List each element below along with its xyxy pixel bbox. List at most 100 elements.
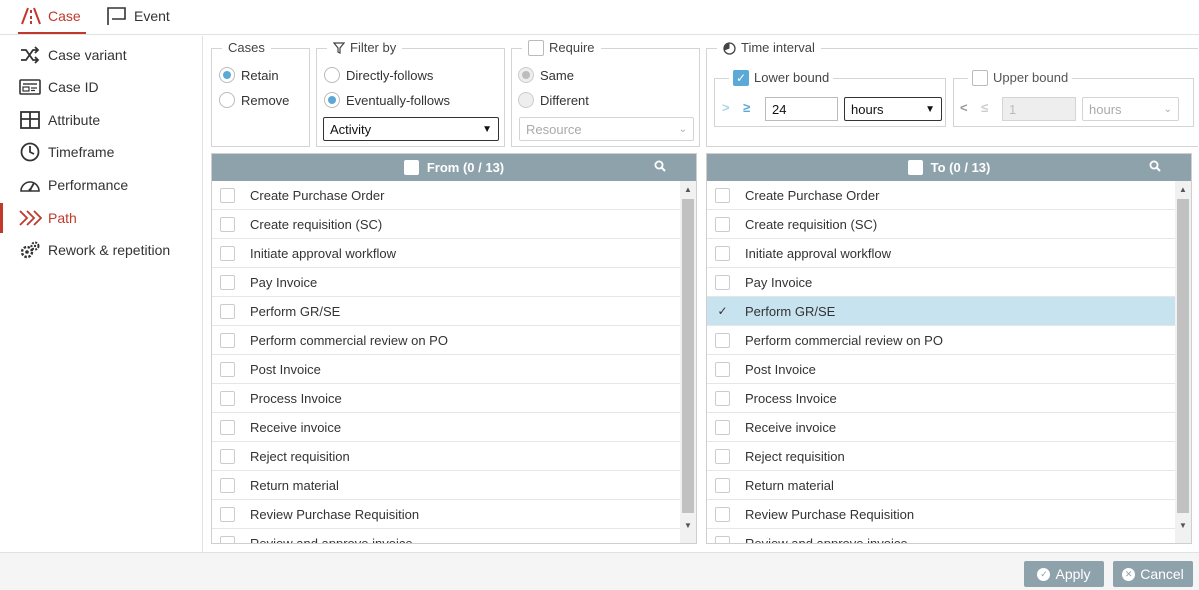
- directly-follows-option[interactable]: Directly-follows: [324, 67, 433, 83]
- list-item[interactable]: Process Invoice: [707, 384, 1175, 413]
- list-item[interactable]: Review Purchase Requisition: [212, 500, 680, 529]
- list-item-checkbox[interactable]: [715, 187, 730, 203]
- list-item-checkbox[interactable]: [220, 506, 235, 522]
- list-item-checkbox[interactable]: [715, 216, 730, 232]
- different-option[interactable]: Different: [518, 92, 589, 108]
- retain-radio[interactable]: [219, 67, 235, 83]
- list-item[interactable]: Return material: [212, 471, 680, 500]
- to-select-all-checkbox[interactable]: [907, 160, 923, 175]
- list-item-checkbox[interactable]: [715, 419, 730, 435]
- list-item[interactable]: ✓ Perform GR/SE: [707, 297, 1175, 326]
- apply-button[interactable]: ✓ Apply: [1024, 561, 1104, 587]
- eventually-follows-radio[interactable]: [324, 92, 340, 108]
- list-item-checkbox[interactable]: [220, 216, 235, 232]
- list-item[interactable]: Reject requisition: [212, 442, 680, 471]
- list-item[interactable]: Receive invoice: [212, 413, 680, 442]
- list-item-checkbox[interactable]: [715, 390, 730, 406]
- list-item-checkbox[interactable]: [220, 477, 235, 493]
- upper-bound-input[interactable]: 1: [1002, 97, 1076, 121]
- directly-follows-radio[interactable]: [324, 67, 340, 83]
- list-item-checkbox[interactable]: [715, 477, 730, 493]
- list-item[interactable]: Review and approve invoice: [212, 529, 680, 543]
- list-item[interactable]: Perform commercial review on PO: [212, 326, 680, 355]
- list-item[interactable]: Create Purchase Order: [707, 181, 1175, 210]
- scroll-thumb[interactable]: [682, 199, 694, 513]
- tab-event[interactable]: Event: [106, 0, 176, 32]
- list-item-checkbox[interactable]: [220, 187, 235, 203]
- greater-than-button[interactable]: >: [722, 100, 730, 115]
- from-scrollbar[interactable]: ▲ ▼: [680, 181, 696, 543]
- eventually-follows-option[interactable]: Eventually-follows: [324, 92, 450, 108]
- lower-bound-input[interactable]: 24: [765, 97, 838, 121]
- lower-bound-checkbox[interactable]: ✓: [733, 70, 749, 86]
- list-item[interactable]: Receive invoice: [707, 413, 1175, 442]
- list-item-checkbox[interactable]: [220, 535, 235, 543]
- greater-equal-button[interactable]: ≥: [743, 100, 750, 115]
- sidebar-item-case-variant[interactable]: Case variant: [0, 40, 202, 70]
- list-item[interactable]: Create requisition (SC): [707, 210, 1175, 239]
- list-item-checkbox[interactable]: [715, 506, 730, 522]
- list-item-checkbox[interactable]: [715, 361, 730, 377]
- list-item-checkbox[interactable]: [715, 245, 730, 261]
- list-item[interactable]: Review Purchase Requisition: [707, 500, 1175, 529]
- scroll-down-icon[interactable]: ▼: [680, 517, 696, 533]
- to-scrollbar[interactable]: ▲ ▼: [1175, 181, 1191, 543]
- list-item[interactable]: Initiate approval workflow: [212, 239, 680, 268]
- list-item[interactable]: Create requisition (SC): [212, 210, 680, 239]
- list-item[interactable]: Perform GR/SE: [212, 297, 680, 326]
- filter-by-select[interactable]: Activity ▼: [323, 117, 499, 141]
- list-item[interactable]: Post Invoice: [707, 355, 1175, 384]
- list-item-checkbox[interactable]: ✓: [715, 304, 730, 319]
- scroll-down-icon[interactable]: ▼: [1175, 517, 1191, 533]
- list-item-checkbox[interactable]: [220, 245, 235, 261]
- list-item[interactable]: Pay Invoice: [212, 268, 680, 297]
- cancel-button[interactable]: ✕ Cancel: [1113, 561, 1193, 587]
- list-item[interactable]: Return material: [707, 471, 1175, 500]
- scroll-up-icon[interactable]: ▲: [1175, 181, 1191, 197]
- list-item-checkbox[interactable]: [715, 274, 730, 290]
- less-than-button[interactable]: <: [960, 100, 968, 115]
- same-radio[interactable]: [518, 67, 534, 83]
- sidebar-item-rework[interactable]: Rework & repetition: [0, 235, 202, 265]
- search-icon[interactable]: [654, 160, 666, 172]
- list-item[interactable]: Pay Invoice: [707, 268, 1175, 297]
- list-item-checkbox[interactable]: [220, 390, 235, 406]
- remove-radio[interactable]: [219, 92, 235, 108]
- less-equal-button[interactable]: ≤: [981, 100, 988, 115]
- list-item-checkbox[interactable]: [220, 448, 235, 464]
- list-item-checkbox[interactable]: [715, 448, 730, 464]
- scroll-up-icon[interactable]: ▲: [680, 181, 696, 197]
- list-item[interactable]: Perform commercial review on PO: [707, 326, 1175, 355]
- list-item[interactable]: Initiate approval workflow: [707, 239, 1175, 268]
- list-item-checkbox[interactable]: [715, 535, 730, 543]
- upper-bound-checkbox[interactable]: [972, 70, 988, 86]
- list-item[interactable]: Review and approve invoice: [707, 529, 1175, 543]
- list-item[interactable]: Create Purchase Order: [212, 181, 680, 210]
- list-item[interactable]: Post Invoice: [212, 355, 680, 384]
- from-select-all-checkbox[interactable]: [403, 160, 419, 175]
- sidebar-item-case-id[interactable]: Case ID: [0, 72, 202, 102]
- list-item-checkbox[interactable]: [220, 419, 235, 435]
- cases-remove-option[interactable]: Remove: [219, 92, 289, 108]
- search-icon[interactable]: [1149, 160, 1161, 172]
- list-item[interactable]: Process Invoice: [212, 384, 680, 413]
- sidebar-item-performance[interactable]: Performance: [0, 170, 202, 200]
- list-item-checkbox[interactable]: [220, 303, 235, 319]
- lower-bound-unit-select[interactable]: hours ▼: [844, 97, 942, 121]
- sidebar-item-path[interactable]: Path: [0, 203, 202, 233]
- list-item-checkbox[interactable]: [220, 361, 235, 377]
- resource-select[interactable]: Resource ⌄: [519, 117, 694, 141]
- same-option[interactable]: Same: [518, 67, 574, 83]
- scroll-thumb[interactable]: [1177, 199, 1189, 513]
- list-item[interactable]: Reject requisition: [707, 442, 1175, 471]
- require-checkbox[interactable]: [528, 40, 544, 56]
- list-item-checkbox[interactable]: [220, 274, 235, 290]
- upper-bound-unit-select[interactable]: hours ⌄: [1082, 97, 1179, 121]
- list-item-checkbox[interactable]: [220, 332, 235, 348]
- sidebar-item-attribute[interactable]: Attribute: [0, 105, 202, 135]
- different-radio[interactable]: [518, 92, 534, 108]
- list-item-checkbox[interactable]: [715, 332, 730, 348]
- tab-case[interactable]: Case: [18, 0, 86, 34]
- sidebar-item-timeframe[interactable]: Timeframe: [0, 137, 202, 167]
- cases-retain-option[interactable]: Retain: [219, 67, 279, 83]
